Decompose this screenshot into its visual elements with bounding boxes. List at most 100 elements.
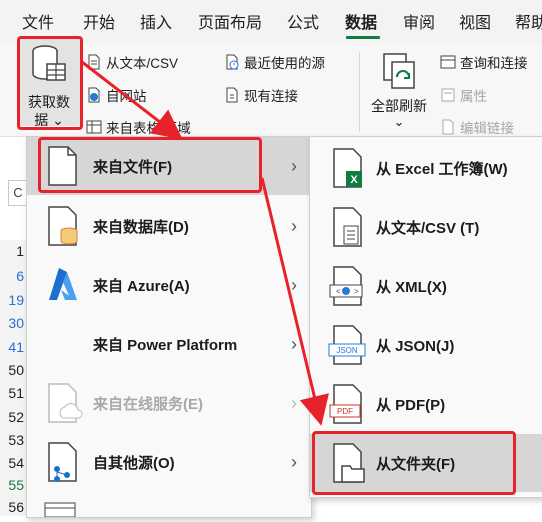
menu-item-from-json[interactable]: JSON 从 JSON(J) [310, 316, 542, 374]
menu-item-from-power-platform[interactable]: 来自 Power Platform › [27, 315, 311, 373]
ribbon-tab-bar: 文件 开始 插入 页面布局 公式 数据 审阅 视图 帮助 [0, 0, 542, 44]
menu-item-from-other-sources[interactable]: 自其他源(O) › [27, 433, 311, 491]
svg-text:PDF: PDF [337, 407, 353, 416]
recent-sources-label: 最近使用的源 [244, 56, 325, 71]
pdf-file-icon: PDF [329, 384, 362, 424]
file-icon [48, 146, 77, 186]
menu-item-from-azure[interactable]: 来自 Azure(A) › [27, 256, 311, 314]
from-text-csv-button[interactable]: 从文本/CSV [86, 52, 178, 72]
row-header[interactable]: 54 [0, 452, 26, 475]
menu-item-label: 自其他源(O) [93, 454, 175, 472]
recent-sources-icon [226, 54, 239, 70]
tab-review[interactable]: 审阅 [403, 9, 435, 33]
chevron-right-icon: › [291, 451, 297, 472]
from-web-label: 自网站 [106, 89, 147, 104]
properties-button: 属性 [440, 85, 487, 105]
tab-view[interactable]: 视图 [459, 9, 491, 33]
tab-file[interactable]: 文件 [22, 9, 54, 33]
menu-item-label: 来自 Azure(A) [93, 277, 190, 295]
row-header[interactable]: 53 [0, 429, 26, 452]
connections-icon [226, 87, 238, 103]
get-data-button[interactable]: 获取数 据 ⌄ [18, 38, 80, 128]
existing-connections-label: 现有连接 [244, 89, 298, 104]
menu-item-from-folder[interactable]: 从文件夹(F) [310, 434, 542, 492]
menu-item-label: 从文件夹(F) [376, 455, 456, 473]
xml-file-icon: < > [329, 266, 363, 306]
tab-home[interactable]: 开始 [83, 9, 115, 33]
name-box[interactable]: C [8, 180, 28, 206]
menu-item-label: 来自在线服务(E) [93, 395, 203, 413]
tab-formulas[interactable]: 公式 [287, 9, 319, 33]
recent-sources-button[interactable]: 最近使用的源 [224, 52, 325, 72]
folder-file-icon [333, 443, 365, 483]
menu-item-from-pdf[interactable]: PDF 从 PDF(P) [310, 375, 542, 433]
menu-item-from-online-services: 来自在线服务(E) › [27, 374, 311, 432]
menu-item-label: 从 Excel 工作簿(W) [376, 160, 508, 178]
partial-table-icon [41, 499, 81, 518]
queries-connections-label: 查询和连接 [460, 56, 528, 71]
edit-links-label: 编辑链接 [460, 121, 514, 136]
cloud-file-icon [48, 383, 83, 423]
excel-file-icon: X [333, 148, 362, 188]
tab-help[interactable]: 帮助 [515, 9, 542, 33]
database-icon [48, 206, 78, 246]
queries-icon [440, 55, 456, 69]
from-table-button[interactable]: 来自表格/区域 [86, 117, 191, 137]
edit-links-icon [442, 119, 454, 135]
refresh-all-label: 全部刷新 [371, 98, 427, 114]
web-icon [88, 87, 100, 103]
text-file-icon [88, 54, 100, 70]
row-header[interactable]: 1 [0, 240, 26, 263]
menu-item-from-text-csv[interactable]: 从文本/CSV (T) [310, 198, 542, 256]
properties-icon [441, 88, 455, 102]
get-data-menu: 来自文件(F) › 来自数据库(D) › 来自 Azure(A) › 来自 Po… [26, 136, 312, 518]
chevron-right-icon: › [291, 155, 297, 176]
tab-insert[interactable]: 插入 [140, 9, 172, 33]
from-file-submenu: X 从 Excel 工作簿(W) 从文本/CSV (T) < > 从 XML(X)… [309, 136, 542, 498]
row-header[interactable]: 55 [0, 474, 26, 497]
menu-item-from-xml[interactable]: < > 从 XML(X) [310, 257, 542, 315]
menu-item-label: 从 PDF(P) [376, 396, 446, 414]
refresh-all-button[interactable]: 全部刷新 ⌄ [366, 50, 432, 134]
from-table-label: 来自表格/区域 [106, 121, 191, 136]
tab-data[interactable]: 数据 [345, 9, 377, 33]
svg-text:JSON: JSON [336, 346, 358, 355]
azure-icon [49, 268, 77, 300]
menu-item-from-excel-workbook[interactable]: X 从 Excel 工作簿(W) [310, 139, 542, 197]
existing-connections-button[interactable]: 现有连接 [224, 85, 298, 105]
from-text-csv-label: 从文本/CSV [106, 56, 179, 71]
get-data-label-1: 获取数 [28, 94, 70, 110]
other-source-icon [48, 442, 77, 482]
row-header[interactable]: 41 [0, 336, 26, 359]
chevron-right-icon: › [291, 215, 297, 236]
svg-text:>: > [354, 287, 359, 296]
menu-item-label: 来自 Power Platform [93, 336, 238, 354]
json-file-icon: JSON [328, 325, 366, 365]
row-header[interactable]: 19 [0, 289, 26, 312]
row-header[interactable]: 50 [0, 359, 26, 382]
text-file-icon [333, 207, 362, 247]
row-header[interactable]: 30 [0, 312, 26, 335]
svg-text:X: X [350, 174, 358, 186]
properties-label: 属性 [460, 89, 487, 104]
row-header[interactable]: 6 [0, 265, 26, 288]
menu-item-label: 来自数据库(D) [93, 218, 189, 236]
menu-item-from-database[interactable]: 来自数据库(D) › [27, 197, 311, 255]
chevron-right-icon: › [291, 392, 297, 413]
row-header[interactable]: 52 [0, 406, 26, 429]
row-header[interactable]: 51 [0, 382, 26, 405]
queries-connections-button[interactable]: 查询和连接 [440, 52, 528, 72]
menu-item-from-file[interactable]: 来自文件(F) › [27, 137, 311, 195]
menu-item-label: 从文本/CSV (T) [376, 219, 480, 237]
tab-page-layout[interactable]: 页面布局 [198, 9, 262, 33]
chevron-right-icon: › [291, 333, 297, 354]
refresh-all-dropdown[interactable]: ⌄ [366, 114, 432, 130]
ribbon-group-separator [359, 52, 360, 132]
get-data-label-2: 据 ⌄ [34, 112, 64, 128]
menu-item-label: 来自文件(F) [93, 158, 173, 176]
from-web-button[interactable]: 自网站 [86, 85, 147, 105]
table-icon [86, 120, 102, 134]
refresh-icon [383, 53, 415, 89]
database-table-icon [32, 45, 66, 81]
menu-item-label: 从 XML(X) [376, 278, 447, 296]
